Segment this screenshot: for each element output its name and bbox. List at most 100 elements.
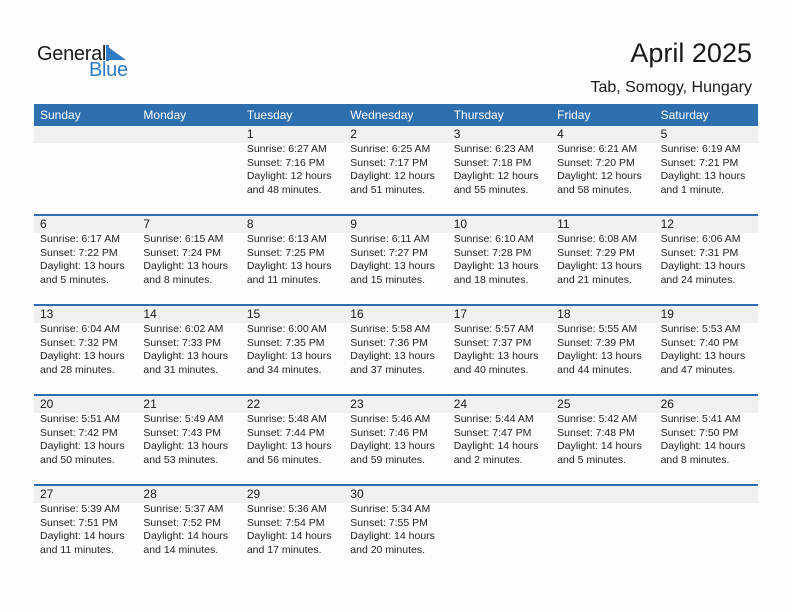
sunset-text: Sunset: 7:40 PM bbox=[660, 336, 739, 349]
daylight-text: Daylight: 14 hours bbox=[557, 440, 642, 453]
week-cells: 1 Sunrise: 6:27 AM Sunset: 7:16 PM Daylight… bbox=[34, 126, 758, 206]
sunset-text: Sunset: 7:48 PM bbox=[557, 426, 635, 439]
daylight-minutes-text: and 5 minutes. bbox=[557, 453, 627, 466]
day-number: 19 bbox=[660, 307, 674, 321]
day-number: 21 bbox=[143, 397, 157, 411]
daylight-text: Daylight: 12 hours bbox=[350, 170, 435, 183]
sunrise-text: Sunrise: 6:10 AM bbox=[453, 233, 534, 245]
day-number: 28 bbox=[143, 487, 157, 501]
day-number: 26 bbox=[660, 397, 674, 411]
day-number: 12 bbox=[660, 217, 674, 231]
daylight-minutes-text: and 20 minutes. bbox=[350, 543, 425, 556]
weekday-header-sunday: Sunday bbox=[40, 108, 81, 122]
sunrise-text: Sunrise: 6:27 AM bbox=[246, 143, 327, 155]
sunset-text: Sunset: 7:31 PM bbox=[660, 246, 739, 259]
sunset-text: Sunset: 7:18 PM bbox=[453, 156, 532, 169]
calendar-week-row: 1 Sunrise: 6:27 AM Sunset: 7:16 PM Daylight… bbox=[34, 126, 758, 214]
day-cell: 27 Sunrise: 5:39 AM Sunset: 7:51 PM Dayligh… bbox=[34, 486, 137, 566]
daylight-text: Daylight: 13 hours bbox=[453, 350, 539, 363]
day-cell: 3 Sunrise: 6:23 AM Sunset: 7:18 PM Daylight… bbox=[448, 126, 551, 206]
empty-day-cell bbox=[34, 126, 137, 206]
daylight-minutes-text: and 11 minutes. bbox=[40, 543, 114, 556]
empty-day-cell bbox=[655, 486, 758, 566]
day-cell: 20 Sunrise: 5:51 AM Sunset: 7:42 PM Dayligh… bbox=[34, 396, 137, 476]
sunset-text: Sunset: 7:22 PM bbox=[40, 246, 118, 259]
day-cell: 17 Sunrise: 5:57 AM Sunset: 7:37 PM Dayligh… bbox=[448, 306, 551, 386]
daylight-text: Daylight: 13 hours bbox=[350, 440, 435, 453]
day-cell: 4 Sunrise: 6:21 AM Sunset: 7:20 PM Daylight… bbox=[551, 126, 654, 206]
weekday-header-wednesday: Wednesday bbox=[350, 108, 414, 122]
sunrise-text: Sunrise: 5:41 AM bbox=[660, 413, 741, 425]
day-cell: 22 Sunrise: 5:48 AM Sunset: 7:44 PM Dayligh… bbox=[241, 396, 344, 476]
daylight-text: Daylight: 13 hours bbox=[40, 440, 125, 453]
empty-day-cell bbox=[448, 486, 551, 566]
daylight-minutes-text: and 24 minutes. bbox=[660, 273, 736, 286]
sunrise-text: Sunrise: 5:34 AM bbox=[350, 503, 431, 515]
sunrise-text: Sunrise: 6:17 AM bbox=[40, 233, 120, 245]
week-cells: 20 Sunrise: 5:51 AM Sunset: 7:42 PM Dayligh… bbox=[34, 396, 758, 476]
sunrise-text: Sunrise: 5:48 AM bbox=[246, 413, 327, 425]
daylight-text: Daylight: 12 hours bbox=[557, 170, 642, 183]
sunset-text: Sunset: 7:54 PM bbox=[246, 516, 325, 529]
daylight-minutes-text: and 31 minutes. bbox=[143, 363, 219, 376]
day-cell: 13 Sunrise: 6:04 AM Sunset: 7:32 PM Dayligh… bbox=[34, 306, 137, 386]
daylight-text: Daylight: 13 hours bbox=[40, 350, 125, 363]
day-number: 4 bbox=[557, 127, 564, 141]
sunset-text: Sunset: 7:42 PM bbox=[40, 426, 118, 439]
daylight-minutes-text: and 34 minutes. bbox=[246, 363, 322, 376]
sunset-text: Sunset: 7:46 PM bbox=[350, 426, 428, 439]
daylight-text: Daylight: 13 hours bbox=[143, 350, 229, 363]
daylight-text: Daylight: 13 hours bbox=[246, 440, 332, 453]
sunrise-text: Sunrise: 6:23 AM bbox=[453, 143, 534, 155]
daylight-minutes-text: and 2 minutes. bbox=[453, 453, 523, 466]
day-number: 2 bbox=[350, 127, 357, 141]
weekday-header-row: Sunday Monday Tuesday Wednesday Thursday… bbox=[34, 104, 758, 126]
day-number: 7 bbox=[143, 217, 151, 231]
sunset-text: Sunset: 7:27 PM bbox=[350, 246, 428, 259]
sunrise-text: Sunrise: 5:55 AM bbox=[557, 323, 638, 335]
day-cell: 11 Sunrise: 6:08 AM Sunset: 7:29 PM Dayligh… bbox=[551, 216, 654, 296]
sunset-text: Sunset: 7:52 PM bbox=[143, 516, 222, 529]
day-cell: 25 Sunrise: 5:42 AM Sunset: 7:48 PM Dayligh… bbox=[551, 396, 654, 476]
weekday-header-tuesday: Tuesday bbox=[246, 108, 293, 122]
day-cell: 12 Sunrise: 6:06 AM Sunset: 7:31 PM Dayligh… bbox=[655, 216, 758, 296]
day-number: 5 bbox=[660, 127, 668, 141]
daylight-minutes-text: and 58 minutes. bbox=[557, 183, 632, 196]
daylight-text: Daylight: 14 hours bbox=[453, 440, 539, 453]
weekday-header-friday: Friday bbox=[557, 108, 591, 122]
sunset-text: Sunset: 7:32 PM bbox=[40, 336, 118, 349]
daylight-minutes-text: and 53 minutes. bbox=[143, 453, 219, 466]
sunset-text: Sunset: 7:28 PM bbox=[453, 246, 532, 259]
day-cell: 1 Sunrise: 6:27 AM Sunset: 7:16 PM Daylight… bbox=[241, 126, 344, 206]
daylight-minutes-text: and 14 minutes. bbox=[143, 543, 219, 556]
day-cell: 18 Sunrise: 5:55 AM Sunset: 7:39 PM Dayligh… bbox=[551, 306, 654, 386]
day-cell: 26 Sunrise: 5:41 AM Sunset: 7:50 PM Dayligh… bbox=[655, 396, 758, 476]
sunset-text: Sunset: 7:20 PM bbox=[557, 156, 635, 169]
daylight-minutes-text: and 17 minutes. bbox=[246, 543, 322, 556]
daylight-minutes-text: and 5 minutes. bbox=[40, 273, 109, 286]
day-cell: 19 Sunrise: 5:53 AM Sunset: 7:40 PM Dayligh… bbox=[655, 306, 758, 386]
day-cell: 23 Sunrise: 5:46 AM Sunset: 7:46 PM Dayligh… bbox=[344, 396, 447, 476]
day-cell: 15 Sunrise: 6:00 AM Sunset: 7:35 PM Dayligh… bbox=[241, 306, 344, 386]
daylight-text: Daylight: 13 hours bbox=[246, 350, 332, 363]
sunset-text: Sunset: 7:43 PM bbox=[143, 426, 222, 439]
location-subtitle: Tab, Somogy, Hungary bbox=[590, 79, 752, 96]
sunset-text: Sunset: 7:33 PM bbox=[143, 336, 222, 349]
sunrise-text: Sunrise: 6:08 AM bbox=[557, 233, 638, 245]
daylight-minutes-text: and 8 minutes. bbox=[660, 453, 730, 466]
day-cell: 9 Sunrise: 6:11 AM Sunset: 7:27 PM Daylight… bbox=[344, 216, 447, 296]
daylight-text: Daylight: 14 hours bbox=[660, 440, 746, 453]
daylight-minutes-text: and 15 minutes. bbox=[350, 273, 425, 286]
day-cell: 5 Sunrise: 6:19 AM Sunset: 7:21 PM Daylight… bbox=[655, 126, 758, 206]
daylight-text: Daylight: 13 hours bbox=[350, 260, 435, 273]
day-cell: 30 Sunrise: 5:34 AM Sunset: 7:55 PM Dayligh… bbox=[344, 486, 447, 566]
daylight-minutes-text: and 18 minutes. bbox=[453, 273, 529, 286]
sunset-text: Sunset: 7:36 PM bbox=[350, 336, 428, 349]
daylight-text: Daylight: 12 hours bbox=[453, 170, 539, 183]
daylight-text: Daylight: 13 hours bbox=[660, 170, 746, 183]
daylight-minutes-text: and 59 minutes. bbox=[350, 453, 425, 466]
day-number: 14 bbox=[143, 307, 157, 321]
sunrise-text: Sunrise: 5:46 AM bbox=[350, 413, 431, 425]
sunset-text: Sunset: 7:47 PM bbox=[453, 426, 532, 439]
calendar-week-row: 20 Sunrise: 5:51 AM Sunset: 7:42 PM Dayligh… bbox=[34, 394, 758, 484]
